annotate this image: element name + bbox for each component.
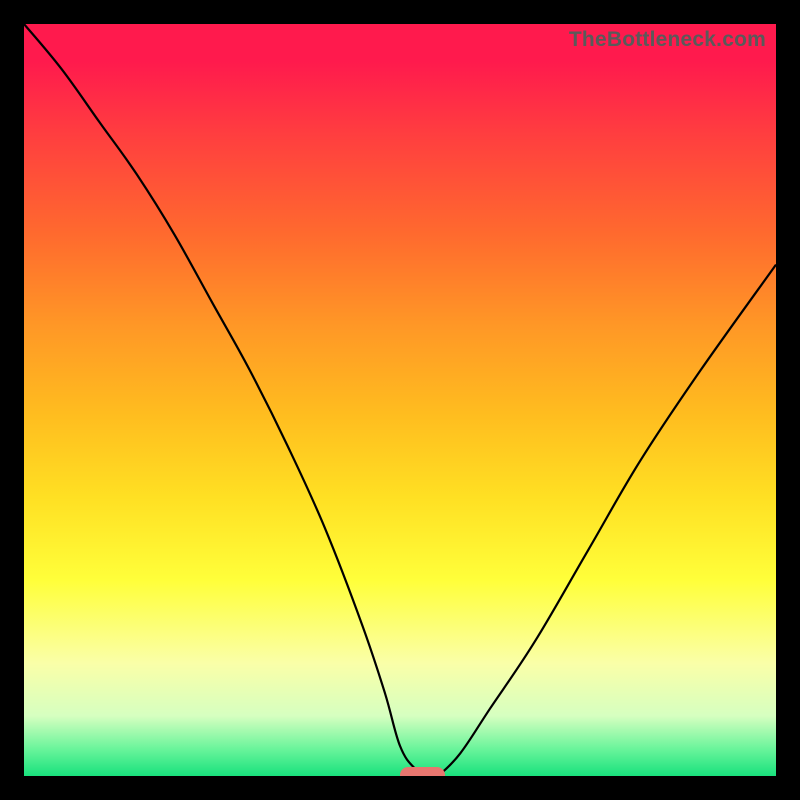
bottleneck-curve (24, 24, 776, 776)
curve-path (24, 24, 776, 776)
optimal-range-marker (400, 767, 445, 776)
plot-area: TheBottleneck.com (24, 24, 776, 776)
chart-frame: TheBottleneck.com (0, 0, 800, 800)
